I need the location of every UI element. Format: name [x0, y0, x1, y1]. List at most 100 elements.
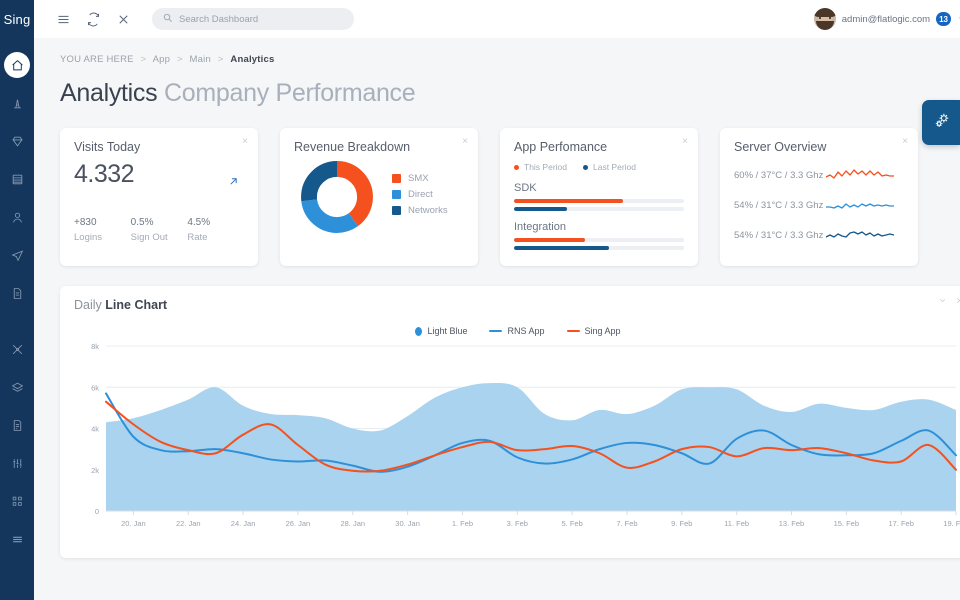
search-box[interactable]: [152, 8, 354, 30]
sidebar-item-forms[interactable]: [4, 242, 30, 268]
legend-label: Direct: [408, 189, 433, 200]
chevron-down-icon[interactable]: [938, 296, 947, 307]
x-axis-tick-label: 15. Feb: [834, 519, 859, 528]
typography-icon: [11, 97, 24, 110]
sidebar-item-typography[interactable]: [4, 90, 30, 116]
close-icon[interactable]: ×: [902, 137, 908, 147]
legend-dot: [514, 165, 519, 170]
x-axis-tick-label: 24. Jan: [231, 519, 256, 528]
file-icon: [11, 419, 24, 432]
donut-wrapper: SMX Direct Networks: [294, 160, 464, 234]
sidebar-item-profile[interactable]: [4, 204, 30, 230]
arrow-up-right-icon[interactable]: [227, 175, 240, 191]
stat-logins: +830 Logins: [74, 217, 131, 243]
brand-logo[interactable]: Sing: [0, 0, 34, 38]
legend-label: Networks: [408, 205, 448, 216]
sidebar-item-docs[interactable]: [4, 412, 30, 438]
server-stats-label: 60% / 37°C / 3.3 Ghz: [734, 170, 826, 181]
progress-sdk-last-period: [514, 207, 684, 211]
stat-sign-out: 0.5% Sign Out: [131, 217, 188, 243]
daily-line-chart-card: Daily Line Chart Light Blue: [60, 286, 960, 558]
server-stats-label: 54% / 31°C / 3.3 Ghz: [734, 200, 826, 211]
sidebar-item-tables[interactable]: [4, 166, 30, 192]
legend-swatch: [392, 206, 401, 215]
sidebar-item-grid[interactable]: [4, 488, 30, 514]
legend-item-sing-app[interactable]: Sing App: [567, 326, 621, 336]
stat-label: Sign Out: [131, 232, 188, 243]
hamburger-icon[interactable]: [48, 5, 78, 33]
breadcrumb-item-main[interactable]: Main: [190, 54, 211, 65]
breadcrumb-item-app[interactable]: App: [153, 54, 171, 65]
legend-swatch: [392, 174, 401, 183]
search-input[interactable]: [179, 14, 344, 25]
sidebar-item-menu[interactable]: [4, 526, 30, 552]
legend-label: Last Period: [593, 162, 636, 172]
app-performance-card: App Perfomance × This Period Last Period…: [500, 128, 698, 266]
notification-badge[interactable]: 13: [936, 12, 951, 26]
legend-item-networks: Networks: [392, 205, 448, 216]
legend-dot: [583, 165, 588, 170]
content-column: admin@flatlogic.com 13 YOU ARE HERE > Ap…: [34, 0, 960, 600]
stat-value: 0.5%: [131, 217, 188, 228]
tables-icon: [11, 173, 24, 186]
server-sparkline: [826, 166, 894, 184]
breadcrumb: YOU ARE HERE > App > Main > Analytics: [60, 54, 960, 65]
revenue-breakdown-card: Revenue Breakdown × SMX: [280, 128, 478, 266]
document-icon: [11, 287, 24, 300]
legend-item-smx: SMX: [392, 173, 448, 184]
x-axis-tick-label: 20. Jan: [121, 519, 146, 528]
legend-label: This Period: [524, 162, 567, 172]
legend-label: Light Blue: [427, 326, 467, 336]
x-axis-tick-label: 28. Jan: [340, 519, 365, 528]
avatar[interactable]: [814, 8, 836, 30]
sidebar-item-pages[interactable]: [4, 280, 30, 306]
chart-title: Daily Line Chart: [74, 298, 960, 312]
card-title: App Perfomance: [514, 140, 684, 154]
y-axis-tick-label: 4k: [91, 425, 99, 434]
legend-item-rns-app[interactable]: RNS App: [489, 326, 544, 336]
legend-label: SMX: [408, 173, 429, 184]
legend-label: RNS App: [507, 326, 544, 336]
double-gear-icon: [932, 111, 951, 135]
close-icon[interactable]: [108, 5, 138, 33]
server-overview-card: Server Overview × 60% / 37°C / 3.3 Ghz 5…: [720, 128, 918, 266]
revenue-legend: SMX Direct Networks: [392, 173, 448, 221]
refresh-icon[interactable]: [78, 5, 108, 33]
sidebar-item-apps[interactable]: [4, 336, 30, 362]
progress-fill: [514, 207, 567, 211]
breadcrumb-prefix: YOU ARE HERE: [60, 54, 134, 65]
grid-icon: [11, 495, 24, 508]
sidebar: Sing: [0, 0, 34, 600]
x-axis-tick-label: 17. Feb: [888, 519, 913, 528]
avatar-hair: [814, 8, 836, 17]
chart-title-bold: Line Chart: [105, 298, 167, 312]
x-axis-tick-label: 11. Feb: [724, 519, 749, 528]
sliders-icon: [11, 457, 24, 470]
sidebar-item-charts[interactable]: [4, 450, 30, 476]
sidebar-item-ui-elements[interactable]: [4, 128, 30, 154]
x-axis-tick-label: 30. Jan: [395, 519, 420, 528]
legend-item-light-blue[interactable]: Light Blue: [415, 326, 467, 336]
sidebar-item-home[interactable]: [4, 52, 30, 78]
close-icon[interactable]: [955, 296, 960, 307]
settings-panel-tab[interactable]: [922, 100, 960, 145]
card-title: Revenue Breakdown: [294, 140, 464, 154]
legend-label: Sing App: [585, 326, 621, 336]
close-icon[interactable]: ×: [462, 137, 468, 147]
progress-fill: [514, 238, 585, 242]
x-axis-tick-label: 13. Feb: [779, 519, 804, 528]
app-root: Sing: [0, 0, 960, 600]
breadcrumb-separator: >: [141, 54, 147, 65]
cards-row: Visits Today × 4.332 +830 Logins 0.5% S: [60, 128, 960, 266]
chart-plot-area: 02k4k6k8k20. Jan22. Jan24. Jan26. Jan28.…: [74, 342, 960, 537]
chart-title-light: Daily: [74, 298, 102, 312]
card-title: Visits Today: [74, 140, 244, 154]
list-icon: [11, 533, 24, 546]
close-icon[interactable]: ×: [682, 137, 688, 147]
sidebar-item-components[interactable]: [4, 374, 30, 400]
server-sparkline: [826, 196, 894, 214]
layers-icon: [11, 381, 24, 394]
close-icon[interactable]: ×: [242, 137, 248, 147]
progress-integration-this-period: [514, 238, 684, 242]
progress-sdk-this-period: [514, 199, 684, 203]
